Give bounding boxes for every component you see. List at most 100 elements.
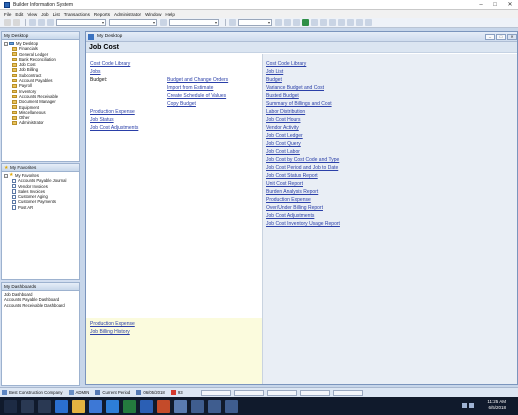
toolbar-combo-3[interactable] — [169, 19, 219, 26]
tool-icon[interactable] — [311, 19, 318, 26]
close-button[interactable]: ✕ — [502, 0, 518, 9]
menu-edit[interactable]: Edit — [15, 12, 23, 17]
menu-help[interactable]: Help — [165, 12, 174, 17]
tool-icon[interactable] — [284, 19, 291, 26]
report-link[interactable]: Budget — [266, 77, 282, 83]
mail-icon[interactable] — [106, 399, 119, 413]
collapse-icon[interactable]: - — [4, 173, 8, 178]
tool-icon[interactable] — [275, 19, 282, 26]
link-job-cost-adjustments[interactable]: Job Cost Adjustments — [90, 125, 138, 131]
report-link[interactable]: Job Cost Adjustments — [266, 213, 314, 219]
report-link[interactable]: Job List — [266, 69, 283, 75]
menu-administrator[interactable]: Administrator — [114, 12, 141, 17]
network-icon[interactable] — [462, 403, 467, 408]
report-link[interactable]: Cost Code Library — [266, 61, 306, 67]
toolbar-separator — [25, 19, 26, 26]
link-create-schedule-values[interactable]: Create Schedule of Values — [167, 93, 226, 99]
menu-window[interactable]: Window — [145, 12, 161, 17]
favorites-panel: ★ My Favorites - ★ My Favorites Accounts Pa… — [1, 163, 80, 280]
tool-icon[interactable] — [356, 19, 363, 26]
edge-icon[interactable] — [55, 399, 68, 413]
app-taskbar-icon[interactable] — [174, 399, 187, 413]
report-link[interactable]: Busted Budget — [266, 93, 299, 99]
desktop-icon — [9, 41, 14, 46]
star-icon: ★ — [9, 172, 14, 178]
tool-icon[interactable] — [338, 19, 345, 26]
link-budget-change-orders[interactable]: Budget and Change Orders — [167, 77, 228, 83]
word-taskbar-icon[interactable] — [140, 399, 153, 413]
app-taskbar-icon[interactable] — [208, 399, 221, 413]
menu-view[interactable]: View — [27, 12, 37, 17]
back-icon[interactable] — [4, 19, 11, 26]
excel-taskbar-icon[interactable] — [123, 399, 136, 413]
report-link[interactable]: Job Cost Ledger — [266, 133, 303, 139]
report-link[interactable]: Variance Budget and Cost — [266, 85, 324, 91]
app-taskbar-icon[interactable] — [225, 399, 238, 413]
report-link[interactable]: Over/Under Billing Report — [266, 205, 323, 211]
dashboard-item[interactable]: Accounts Receivable Dashboard — [4, 303, 79, 308]
report-link[interactable]: Job Cost Hours — [266, 117, 300, 123]
toolbar — [0, 18, 518, 28]
favorite-item[interactable]: Post AR — [12, 205, 79, 210]
toolbar-combo-4[interactable] — [238, 19, 272, 26]
excel-icon[interactable] — [302, 19, 309, 26]
link-job-billing-history[interactable]: Job Billing History — [90, 329, 130, 335]
report-link[interactable]: Unit Cost Report — [266, 181, 303, 187]
report-link[interactable]: Burden Analysis Report — [266, 189, 318, 195]
menu-reports[interactable]: Reports — [94, 12, 110, 17]
link-jobs[interactable]: Jobs — [90, 69, 101, 75]
report-icon[interactable] — [229, 19, 236, 26]
link-import-from-estimate[interactable]: Import from Estimate — [167, 85, 213, 91]
toolbar-combo-1[interactable] — [56, 19, 106, 26]
report-link[interactable]: Job Cost Inventory Usage Report — [266, 221, 340, 227]
report-link[interactable]: Job Cost Status Report — [266, 173, 318, 179]
child-close-button[interactable]: ✕ — [507, 33, 517, 40]
tool-icon[interactable] — [320, 19, 327, 26]
task-view-icon[interactable] — [38, 399, 51, 413]
report-link[interactable]: Summary of Billings and Cost — [266, 101, 332, 107]
report-link[interactable]: Labor Distribution — [266, 109, 305, 115]
windows-start-icon[interactable] — [4, 399, 17, 413]
store-icon[interactable] — [89, 399, 102, 413]
minimize-button[interactable]: – — [474, 0, 488, 9]
taskbar-clock[interactable]: 11:25 AM 6/5/2018 — [487, 399, 506, 411]
report-link[interactable]: Job Cost Period and Job to Date — [266, 165, 338, 171]
report-link[interactable]: Production Expense — [266, 197, 311, 203]
link-production-expense[interactable]: Production Expense — [90, 109, 135, 115]
collapse-icon[interactable]: - — [4, 41, 8, 46]
child-restore-button[interactable]: □ — [496, 33, 506, 40]
maximize-button[interactable]: □ — [488, 0, 502, 9]
new-icon[interactable] — [29, 19, 36, 26]
tool-icon[interactable] — [365, 19, 372, 26]
toolbar-combo-2[interactable] — [109, 19, 157, 26]
tree-item-administrator[interactable]: Administrator — [12, 120, 79, 125]
menu-file[interactable]: File — [4, 12, 11, 17]
menu-transactions[interactable]: Transactions — [64, 12, 90, 17]
volume-icon[interactable] — [469, 403, 474, 408]
report-link[interactable]: Job Cost Query — [266, 141, 301, 147]
print-icon[interactable] — [160, 19, 167, 26]
link-cost-code-library[interactable]: Cost Code Library — [90, 61, 130, 67]
budget-label: Budget: — [90, 77, 108, 83]
tool-icon[interactable] — [293, 19, 300, 26]
menu-list[interactable]: List — [53, 12, 60, 17]
child-minimize-button[interactable]: – — [485, 33, 495, 40]
report-link[interactable]: Job Cost Labor — [266, 149, 300, 155]
forward-icon[interactable] — [13, 19, 20, 26]
powerpoint-taskbar-icon[interactable] — [157, 399, 170, 413]
search-icon[interactable] — [21, 399, 34, 413]
link-production-expense-inquiry[interactable]: Production Expense — [90, 321, 135, 327]
save-icon[interactable] — [47, 19, 54, 26]
tool-icon[interactable] — [329, 19, 336, 26]
link-job-status[interactable]: Job Status — [90, 117, 114, 123]
report-link[interactable]: Job Cost by Cost Code and Type — [266, 157, 339, 163]
report-link[interactable]: Vendor Activity — [266, 125, 299, 131]
page-title: Job Cost — [86, 42, 517, 53]
menu-job[interactable]: Job — [41, 12, 48, 17]
inquiries-pane: Production Expense Job Billing History — [86, 318, 262, 384]
open-icon[interactable] — [38, 19, 45, 26]
link-copy-budget[interactable]: Copy Budget — [167, 101, 196, 107]
file-explorer-icon[interactable] — [72, 399, 85, 413]
tool-icon[interactable] — [347, 19, 354, 26]
app-taskbar-icon[interactable] — [191, 399, 204, 413]
